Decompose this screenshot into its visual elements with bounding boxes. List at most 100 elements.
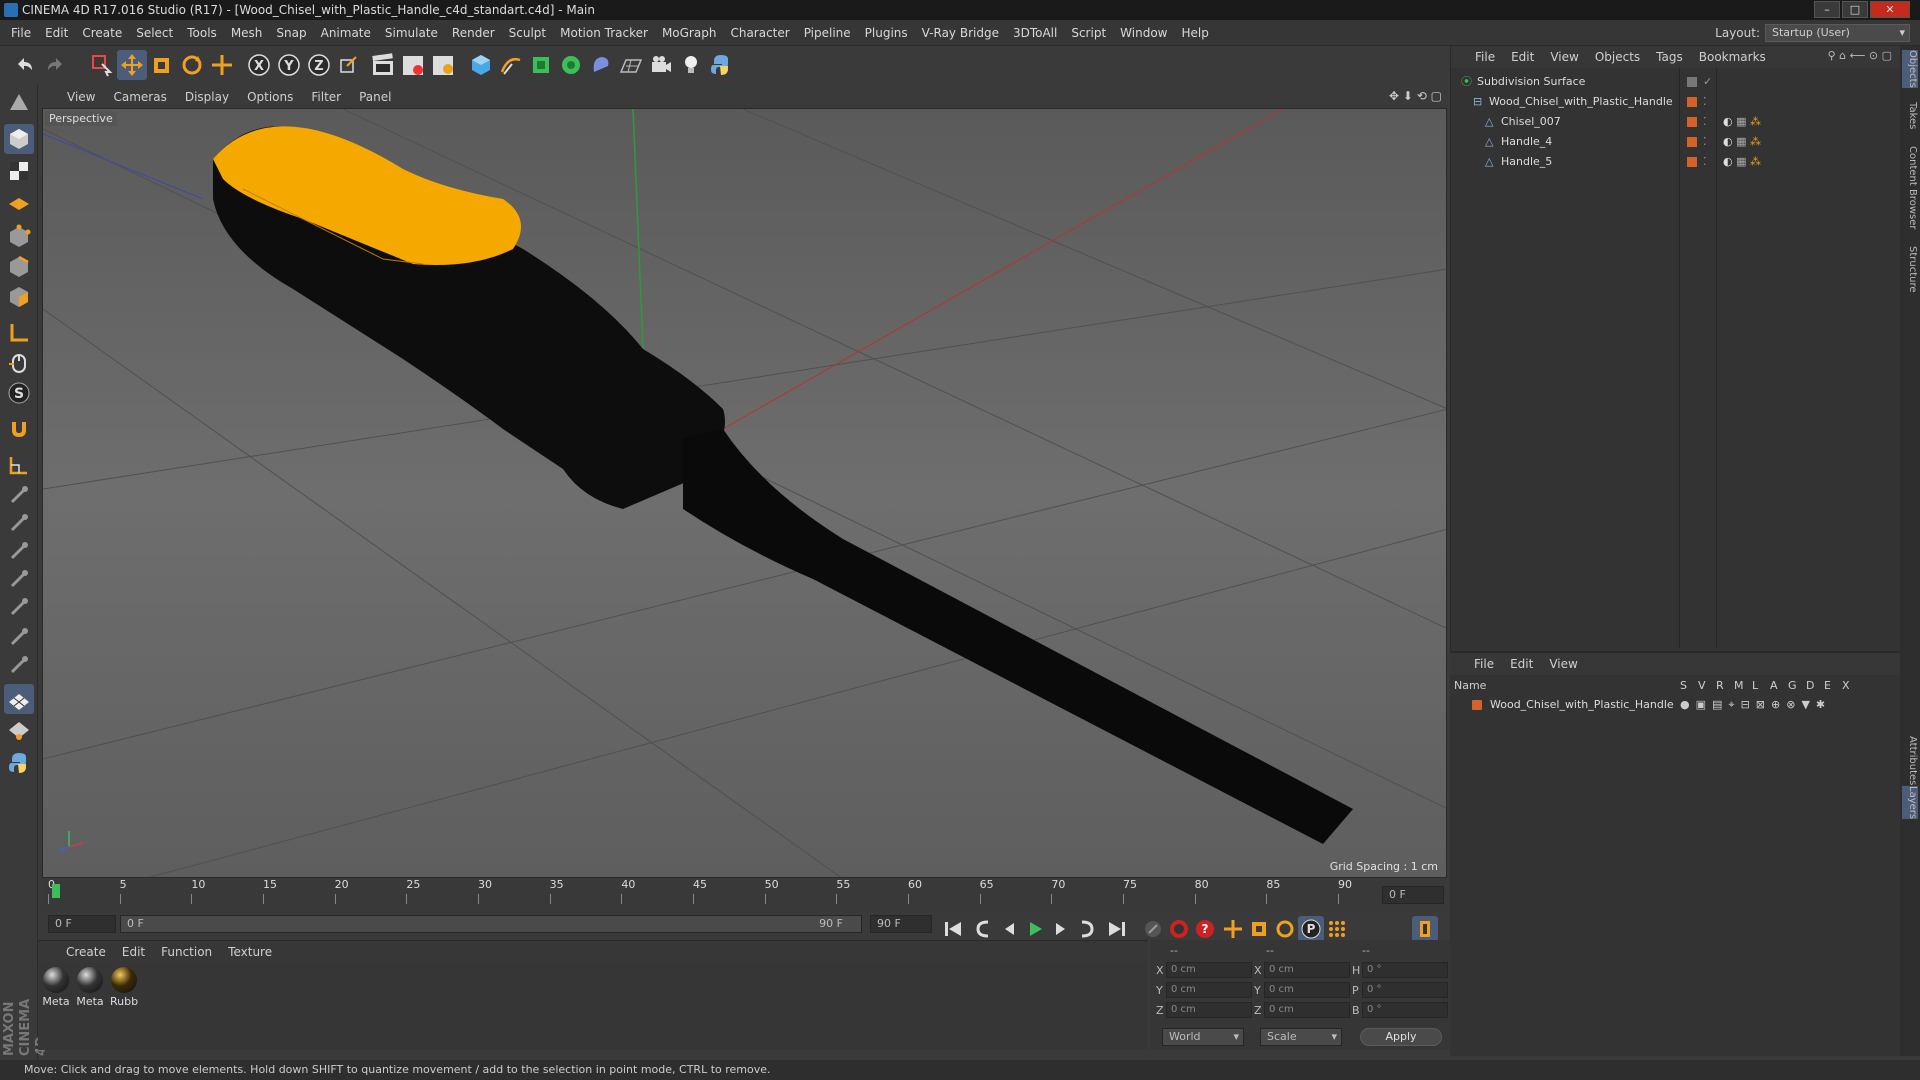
menu-item[interactable]: Plugins bbox=[858, 20, 915, 46]
object-row[interactable]: ⦿ Subdivision Surface ✓ bbox=[1451, 72, 1900, 92]
menu-item[interactable]: Tools bbox=[180, 20, 224, 46]
sculpt-inflate-button[interactable] bbox=[4, 564, 34, 594]
object-manager-nav-icons[interactable]: ⚲ ⌂ ⟵ ⊙ ▢ bbox=[1828, 49, 1892, 62]
playhead-marker[interactable] bbox=[52, 884, 60, 898]
object-manager-menu-item[interactable]: Bookmarks bbox=[1691, 46, 1774, 68]
max-frame-field[interactable]: 90 F bbox=[870, 915, 932, 933]
add-mograph-button[interactable] bbox=[556, 50, 586, 80]
key-pla-button[interactable] bbox=[1324, 916, 1350, 942]
go-to-end-button[interactable] bbox=[1104, 916, 1130, 942]
menu-item[interactable]: MoGraph bbox=[655, 20, 724, 46]
live-selection-button[interactable] bbox=[86, 50, 116, 80]
sculpt-grab-button[interactable] bbox=[4, 480, 34, 510]
y-axis-lock-button[interactable]: Y bbox=[274, 50, 304, 80]
menu-item[interactable]: Pipeline bbox=[797, 20, 858, 46]
layer-column-header[interactable]: M bbox=[1734, 679, 1744, 692]
menu-item[interactable]: Mesh bbox=[224, 20, 270, 46]
menu-item[interactable]: V-Ray Bridge bbox=[915, 20, 1006, 46]
menu-item[interactable]: Snap bbox=[269, 20, 313, 46]
frame-range-slider[interactable]: 0 F 90 F bbox=[120, 915, 862, 933]
next-key-button[interactable] bbox=[1074, 916, 1100, 942]
material-swatch[interactable]: Meta bbox=[42, 967, 70, 1008]
layer-column-header[interactable]: E bbox=[1824, 679, 1831, 692]
layer-column-header[interactable]: G bbox=[1788, 679, 1797, 692]
material-tag-icon[interactable]: ◐ bbox=[1723, 155, 1733, 168]
redo-button[interactable] bbox=[40, 50, 70, 80]
material-menu-item[interactable]: Edit bbox=[114, 941, 153, 963]
layer-column-header[interactable]: D bbox=[1806, 679, 1814, 692]
coordinate-value-field[interactable]: 0 cm bbox=[1264, 982, 1350, 998]
snap-button[interactable]: S bbox=[4, 378, 34, 408]
coordinate-scale-select[interactable]: Scale ▾ bbox=[1260, 1028, 1342, 1046]
menu-item[interactable]: Select bbox=[129, 20, 180, 46]
object-manager-menu-item[interactable]: Tags bbox=[1648, 46, 1691, 68]
coordinate-value-field[interactable]: 0 cm bbox=[1264, 962, 1350, 978]
current-frame-field[interactable]: 0 F bbox=[48, 915, 116, 933]
python-button[interactable] bbox=[706, 50, 736, 80]
coordinate-value-field[interactable]: 0 ° bbox=[1362, 1002, 1448, 1018]
viewport-menu-item[interactable]: Options bbox=[238, 86, 302, 108]
menu-item[interactable]: 3DToAll bbox=[1006, 20, 1064, 46]
right-tab[interactable]: Structure bbox=[1902, 246, 1918, 293]
coordinate-mode-select[interactable]: World ▾ bbox=[1162, 1028, 1244, 1046]
layer-column-header[interactable]: L bbox=[1752, 679, 1758, 692]
menu-item[interactable]: Simulate bbox=[378, 20, 445, 46]
layer-column-header[interactable]: S bbox=[1680, 679, 1687, 692]
visibility-dots[interactable]: ⁚ bbox=[1703, 112, 1707, 132]
viewport-menu-item[interactable]: View bbox=[58, 86, 104, 108]
object-manager-menu-item[interactable]: View bbox=[1542, 46, 1586, 68]
transform-tool-button[interactable] bbox=[207, 50, 237, 80]
add-nurbs-button[interactable] bbox=[526, 50, 556, 80]
x-axis-lock-button[interactable]: X bbox=[244, 50, 274, 80]
undo-button[interactable] bbox=[10, 50, 40, 80]
right-tab[interactable]: Layers bbox=[1902, 786, 1918, 820]
workplane-button[interactable] bbox=[4, 186, 34, 216]
edges-mode-button[interactable] bbox=[4, 252, 34, 282]
sculpt-wax-button[interactable] bbox=[4, 650, 34, 680]
right-tab[interactable]: Attributes bbox=[1902, 736, 1918, 785]
menu-item[interactable]: Character bbox=[723, 20, 796, 46]
menu-item[interactable]: Help bbox=[1174, 20, 1215, 46]
sculpt-smooth-button[interactable] bbox=[4, 536, 34, 566]
magnet-button[interactable] bbox=[4, 414, 34, 444]
render-view-button[interactable] bbox=[368, 50, 398, 80]
apply-button[interactable]: Apply bbox=[1360, 1028, 1442, 1046]
menu-item[interactable]: Edit bbox=[38, 20, 75, 46]
move-tool-button[interactable] bbox=[117, 50, 147, 80]
add-camera-button[interactable] bbox=[646, 50, 676, 80]
phong-tag-icon[interactable]: ⁂ bbox=[1750, 115, 1761, 128]
visibility-dots[interactable]: ⁚ bbox=[1703, 92, 1707, 112]
material-swatch[interactable]: Meta bbox=[76, 967, 104, 1008]
visibility-dots[interactable]: ⁚ bbox=[1703, 152, 1707, 172]
layer-color-swatch[interactable] bbox=[1687, 157, 1697, 167]
layer-column-header[interactable]: X bbox=[1842, 679, 1850, 692]
add-deformer-button[interactable] bbox=[586, 50, 616, 80]
object-row[interactable]: △ Handle_4 ⁚ ◐ ▦ ⁂ bbox=[1451, 132, 1900, 152]
previous-frame-button[interactable] bbox=[996, 916, 1022, 942]
material-tags[interactable]: ◐ ▦ ⁂ bbox=[1723, 112, 1761, 132]
texture-tag-icon[interactable]: ▦ bbox=[1736, 135, 1746, 148]
layer-color-swatch[interactable] bbox=[1472, 700, 1482, 710]
texture-mode-button[interactable] bbox=[4, 156, 34, 186]
material-menu-item[interactable]: Function bbox=[153, 941, 220, 963]
visibility-dots[interactable]: ⁚ bbox=[1703, 132, 1707, 152]
coordinate-value-field[interactable]: 0 cm bbox=[1264, 1002, 1350, 1018]
viewport-nav-icons[interactable]: ✥ ⬇ ⟲ ▢ bbox=[1389, 89, 1442, 103]
material-tag-icon[interactable]: ◐ bbox=[1723, 115, 1733, 128]
autokey-button[interactable] bbox=[1166, 916, 1192, 942]
material-tags[interactable]: ◐ ▦ ⁂ bbox=[1723, 152, 1761, 172]
key-position-button[interactable] bbox=[1220, 916, 1246, 942]
scale-tool-button[interactable] bbox=[147, 50, 177, 80]
key-rotation-button[interactable] bbox=[1272, 916, 1298, 942]
z-axis-lock-button[interactable]: Z bbox=[304, 50, 334, 80]
object-row[interactable]: ⊟ Wood_Chisel_with_Plastic_Handle ⁚ bbox=[1451, 92, 1900, 112]
layout-select[interactable]: Startup (User) ▾ bbox=[1765, 24, 1910, 42]
perspective-viewport[interactable]: Perspective Grid Spacing : 1 cm bbox=[42, 108, 1447, 878]
viewport-menu-item[interactable]: Panel bbox=[350, 86, 400, 108]
close-button[interactable]: ✕ bbox=[1870, 1, 1910, 18]
sculpt-flatten-button[interactable] bbox=[4, 592, 34, 622]
right-tab[interactable]: Takes bbox=[1902, 102, 1918, 129]
object-row[interactable]: △ Chisel_007 ⁚ ◐ ▦ ⁂ bbox=[1451, 112, 1900, 132]
key-scale-button[interactable] bbox=[1246, 916, 1272, 942]
coordinate-value-field[interactable]: 0 ° bbox=[1362, 962, 1448, 978]
